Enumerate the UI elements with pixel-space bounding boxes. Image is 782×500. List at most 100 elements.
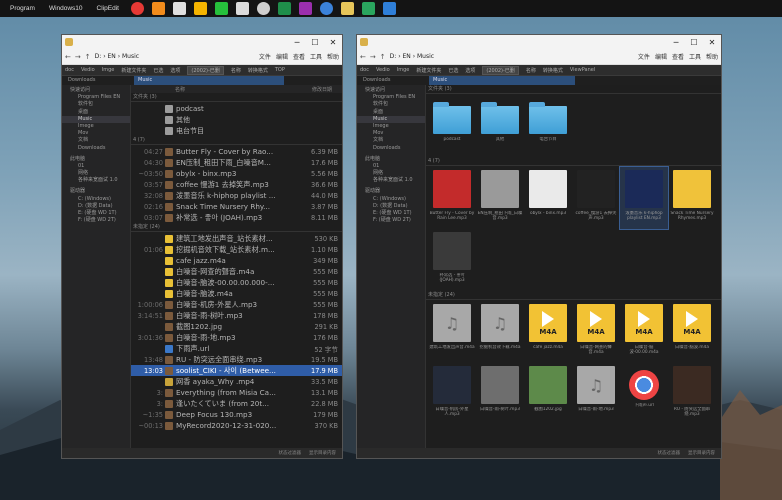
file-row[interactable]: 03:07 补常选 - 좋아 (JOAH).mp3 8.11 MB bbox=[131, 212, 342, 223]
group-header-4[interactable]: 4 (7) bbox=[131, 136, 342, 145]
onenote-icon[interactable] bbox=[298, 2, 312, 15]
tree-item[interactable]: 快速访问 bbox=[357, 87, 425, 94]
file-tile[interactable]: RU - 防突远全面串绕.mp3 bbox=[668, 363, 716, 425]
file-row[interactable]: 网香 ayaka_Why .mp4 33.5 MB bbox=[131, 376, 342, 387]
file-tile[interactable]: 白噪音-机房-外星人.mp3 bbox=[428, 363, 476, 425]
back-arrow-icon[interactable]: ← bbox=[360, 53, 366, 61]
file-row[interactable]: ~00:13 MyRecord2020-12-31-020... 370 KB bbox=[131, 420, 342, 431]
file-row[interactable]: cafe jazz.m4a 349 MB bbox=[131, 255, 342, 266]
file-row[interactable]: 1:00:06 白噪音-机房-外星人.mp3 555 MB bbox=[131, 299, 342, 310]
tree-item[interactable]: 此电脑 bbox=[357, 156, 425, 163]
file-tile[interactable]: 泼墨音乐 k-hiphop playlist EN.mp3 bbox=[619, 166, 669, 230]
maximize-button[interactable]: ☐ bbox=[306, 38, 324, 47]
tree-item[interactable]: 桌面 bbox=[62, 109, 130, 116]
file-row[interactable]: 01:06 挖掘机音效下载_站长素材.m... 1.10 MB bbox=[131, 244, 342, 255]
address-bar[interactable]: ← → ↑ D: › EN › Music 文件 编辑 查看 工具 帮助 bbox=[357, 49, 721, 65]
status-item[interactable]: 显示目录内容 bbox=[688, 450, 715, 456]
tree-item[interactable]: Imege bbox=[357, 123, 425, 130]
file-tile[interactable]: ♫ 挖掘机音效下载.m4a bbox=[476, 301, 524, 363]
tree-item[interactable]: C: (Windows) bbox=[62, 196, 130, 203]
tree-item[interactable]: F: (硬盘 WD 2T) bbox=[357, 217, 425, 224]
file-tile[interactable]: 截图1202.jpg bbox=[524, 363, 572, 425]
minimize-button[interactable]: ─ bbox=[288, 38, 306, 47]
file-tile[interactable]: Snack Time Nursery Rhymes.mp3 bbox=[668, 167, 716, 229]
status-item[interactable]: 状态过滤器 bbox=[279, 450, 302, 456]
file-tile[interactable]: ♫ 白噪音-雨-地.mp3 bbox=[572, 363, 620, 425]
tree-item[interactable]: Mov bbox=[357, 130, 425, 137]
tree-item[interactable]: C: (Windows) bbox=[357, 196, 425, 203]
toolbar-button[interactable]: 名称 bbox=[526, 67, 536, 74]
menu-item[interactable]: 文件 bbox=[259, 52, 271, 61]
breadcrumb[interactable]: D: › EN › Music bbox=[95, 53, 255, 60]
file-tile[interactable]: Butter Fly - Cover by Rain Lee.mp3 bbox=[428, 167, 476, 229]
toolbar-button[interactable]: (2002)-已删 bbox=[482, 65, 519, 75]
chat-icon[interactable] bbox=[235, 2, 249, 15]
file-row[interactable]: 13:03 soolist_CIKI - 사이 (Betwee... 17.9 MB bbox=[131, 365, 342, 376]
toolbar-button[interactable]: Imge bbox=[102, 67, 115, 73]
column-name[interactable]: 名称 bbox=[175, 86, 185, 93]
search-icon[interactable] bbox=[151, 2, 165, 15]
file-row[interactable]: 03:57 coffee 慢游1 去掉笑声.mp3 36.6 MB bbox=[131, 179, 342, 190]
file-tile[interactable]: obylx - binx.mp3 bbox=[524, 167, 572, 229]
back-arrow-icon[interactable]: ← bbox=[65, 53, 71, 61]
toolbar-button[interactable]: 新建文件夹 bbox=[416, 67, 441, 74]
file-row[interactable]: 3: 逢いたくていま (from 20t... 22.8 MB bbox=[131, 398, 342, 409]
file-row[interactable]: 04:30 EN压制_租田下雨_白噪音M... 17.6 MB bbox=[131, 157, 342, 168]
maximize-button[interactable]: ☐ bbox=[685, 38, 703, 47]
tree-item[interactable]: Mov bbox=[62, 130, 130, 137]
menu-item[interactable]: 帮助 bbox=[327, 52, 339, 61]
file-row[interactable]: 32:08 泼墨音乐 k-hiphop playlist ... 44.0 MB bbox=[131, 190, 342, 201]
camera-icon[interactable] bbox=[256, 2, 270, 15]
close-button[interactable]: ✕ bbox=[324, 38, 342, 47]
toolbar-button[interactable]: 已选 bbox=[448, 67, 458, 74]
group-header-4[interactable]: 4 (7) bbox=[426, 157, 721, 166]
taskbar-item-1[interactable]: Windows10 bbox=[43, 5, 89, 12]
toolbar-button[interactable]: ViewPanel bbox=[570, 67, 595, 73]
menu-item[interactable]: 帮助 bbox=[706, 52, 718, 61]
edge-icon[interactable] bbox=[382, 2, 396, 15]
toolbar-button[interactable]: 选项 bbox=[170, 67, 180, 74]
tab-downloads[interactable]: Downloads bbox=[64, 76, 99, 85]
group-header-folders[interactable]: 文件夹 (3) bbox=[426, 85, 721, 94]
menu-item[interactable]: 编辑 bbox=[276, 52, 288, 61]
toolbar-button[interactable]: doc bbox=[65, 67, 74, 73]
toolbar-button[interactable]: 转换格式 bbox=[248, 67, 268, 74]
tree-item[interactable]: Imege bbox=[62, 123, 130, 130]
toolbar-button[interactable]: Imge bbox=[397, 67, 410, 73]
file-row[interactable]: 02:16 Snack Time Nursery Rhy... 3.87 MB bbox=[131, 201, 342, 212]
breadcrumb-item[interactable]: EN bbox=[403, 53, 411, 60]
wechat-icon[interactable] bbox=[214, 2, 228, 15]
tree-item[interactable]: F: (硬盘 WD 2T) bbox=[62, 217, 130, 224]
toolbar-button[interactable]: 已选 bbox=[153, 67, 163, 74]
file-tile[interactable]: ♫ 建筑工地发出声音.m4a bbox=[428, 301, 476, 363]
file-row[interactable]: 白噪音-脑波.m4a 555 MB bbox=[131, 288, 342, 299]
status-item[interactable]: 状态过滤器 bbox=[658, 450, 681, 456]
column-date[interactable]: 修改日期 bbox=[312, 86, 342, 93]
toolbar-button[interactable]: Vedio bbox=[81, 67, 95, 73]
image-icon[interactable] bbox=[172, 2, 186, 15]
toolbar-button[interactable]: (2002)-已删 bbox=[187, 65, 224, 75]
tree-item[interactable]: 各种来宽面试 1.0 bbox=[357, 177, 425, 184]
tree-item[interactable]: 各种来宽面试 1.0 bbox=[62, 177, 130, 184]
explorer-icon[interactable] bbox=[340, 2, 354, 15]
menu-item[interactable]: 编辑 bbox=[655, 52, 667, 61]
folder-row[interactable]: 电台节目 bbox=[131, 125, 342, 136]
tree-item[interactable]: 此电脑 bbox=[62, 156, 130, 163]
folder-tile[interactable]: 电台节目 bbox=[524, 95, 572, 157]
file-row[interactable]: 3:14:51 白噪音-雨-树叶.mp3 178 MB bbox=[131, 310, 342, 321]
tree-item[interactable]: 文档 bbox=[62, 137, 130, 144]
file-tile[interactable]: M4A 白噪音-网查的聲音.m4a bbox=[572, 301, 620, 363]
tree-item[interactable]: 文档 bbox=[357, 137, 425, 144]
menu-item[interactable]: 查看 bbox=[672, 52, 684, 61]
breadcrumb-item[interactable]: EN bbox=[108, 53, 116, 60]
menu-item[interactable]: 文件 bbox=[638, 52, 650, 61]
file-tile[interactable]: M4A cafe jazz.m4a bbox=[524, 301, 572, 363]
toolbar-button[interactable]: 名称 bbox=[231, 67, 241, 74]
toolbar-button[interactable]: Vedio bbox=[376, 67, 390, 73]
tree-item[interactable]: 01 bbox=[357, 163, 425, 170]
address-bar[interactable]: ← → ↑ D: › EN › Music 文件 编辑 查看 工具 帮助 bbox=[62, 49, 342, 65]
tree-item[interactable]: 软件包 bbox=[62, 101, 130, 108]
tree-item[interactable]: 01 bbox=[62, 163, 130, 170]
app-icon[interactable] bbox=[361, 2, 375, 15]
taskbar-item-2[interactable]: ClipEdit bbox=[91, 5, 125, 12]
